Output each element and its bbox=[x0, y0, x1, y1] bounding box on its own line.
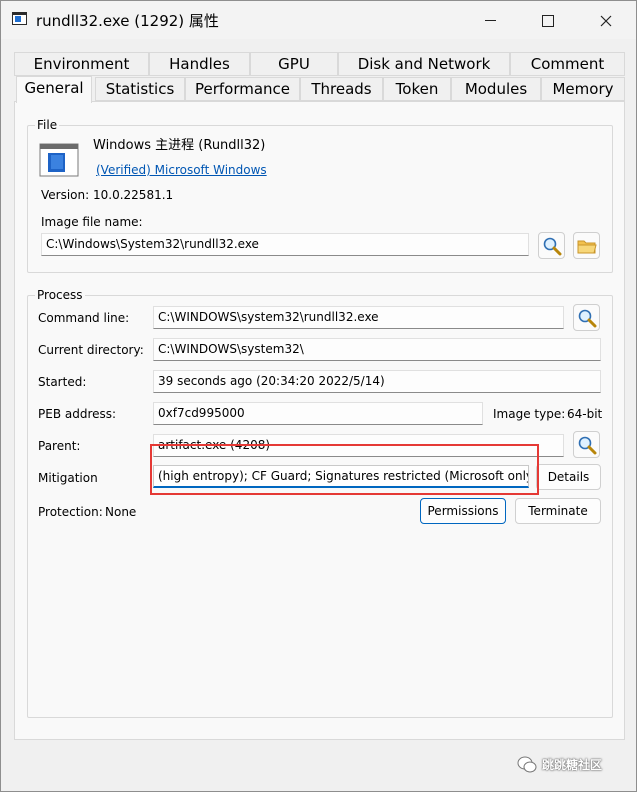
watermark-text: 跳跳糖社区 bbox=[542, 758, 603, 772]
mitigation-value: (high entropy); CF Guard; Signatures res… bbox=[158, 469, 529, 483]
properties-window: rundll32.exe (1292) 属性 Environment Handl… bbox=[0, 0, 637, 792]
started-label: Started: bbox=[38, 375, 87, 389]
minimize-button[interactable] bbox=[467, 1, 513, 39]
image-type-value: 64-bit bbox=[567, 407, 603, 421]
tab-memory[interactable]: Memory bbox=[541, 77, 625, 101]
tab-gpu[interactable]: GPU bbox=[250, 52, 338, 76]
tab-handles[interactable]: Handles bbox=[149, 52, 250, 76]
inspect-image-button[interactable] bbox=[538, 232, 565, 259]
mitigation-field[interactable]: (high entropy); CF Guard; Signatures res… bbox=[153, 465, 529, 488]
minimize-icon bbox=[484, 20, 496, 21]
tab-statistics[interactable]: Statistics bbox=[95, 77, 185, 101]
app-window-icon bbox=[12, 12, 27, 25]
file-description: Windows 主进程 (Rundll32) bbox=[93, 138, 266, 153]
peb-address-label: PEB address: bbox=[38, 407, 117, 421]
tab-performance[interactable]: Performance bbox=[185, 77, 300, 101]
executable-icon bbox=[39, 143, 79, 177]
close-icon bbox=[600, 15, 612, 26]
watermark: 跳跳糖社区 bbox=[517, 749, 627, 781]
parent-label: Parent: bbox=[38, 439, 81, 453]
version-label: Version: bbox=[41, 188, 90, 202]
terminate-button[interactable]: Terminate bbox=[515, 498, 601, 524]
parent-field[interactable]: artifact.exe (4208) bbox=[153, 434, 564, 457]
inspect-command-line-button[interactable] bbox=[573, 304, 600, 331]
maximize-button[interactable] bbox=[525, 1, 571, 39]
tab-comment[interactable]: Comment bbox=[510, 52, 625, 76]
tab-general[interactable]: General bbox=[16, 76, 92, 103]
peb-address-field[interactable]: 0xf7cd995000 bbox=[153, 402, 483, 425]
command-line-field[interactable]: C:\WINDOWS\system32\rundll32.exe bbox=[153, 306, 564, 329]
image-file-name-field[interactable]: C:\Windows\System32\rundll32.exe bbox=[41, 233, 529, 256]
magnifier-icon bbox=[578, 436, 597, 455]
tab-threads[interactable]: Threads bbox=[300, 77, 383, 101]
inspect-parent-button[interactable] bbox=[573, 431, 600, 458]
close-button[interactable] bbox=[583, 1, 629, 39]
tab-environment[interactable]: Environment bbox=[14, 52, 149, 76]
verified-signer-link[interactable]: (Verified) Microsoft Windows bbox=[96, 162, 267, 178]
current-directory-label: Current directory: bbox=[38, 343, 144, 357]
magnifier-icon bbox=[578, 309, 597, 328]
process-group-title: Process bbox=[35, 287, 85, 303]
wechat-logo-icon bbox=[517, 756, 537, 773]
permissions-button[interactable]: Permissions bbox=[420, 498, 506, 524]
title-bar[interactable]: rundll32.exe (1292) 属性 bbox=[1, 1, 636, 39]
mitigation-label: Mitigation bbox=[38, 471, 98, 485]
magnifier-icon bbox=[543, 237, 562, 256]
started-field[interactable]: 39 seconds ago (20:34:20 2022/5/14) bbox=[153, 370, 601, 393]
file-group-title: File bbox=[35, 117, 60, 133]
tab-token[interactable]: Token bbox=[383, 77, 451, 101]
current-directory-field[interactable]: C:\WINDOWS\system32\ bbox=[153, 338, 601, 361]
protection-label: Protection: bbox=[38, 505, 103, 519]
open-folder-button[interactable] bbox=[573, 232, 600, 259]
tab-disk-and-network[interactable]: Disk and Network bbox=[338, 52, 510, 76]
command-line-label: Command line: bbox=[38, 311, 130, 325]
image-file-name-label: Image file name: bbox=[41, 215, 143, 229]
maximize-icon bbox=[542, 14, 554, 27]
window-title: rundll32.exe (1292) 属性 bbox=[36, 12, 219, 30]
details-button[interactable]: Details bbox=[536, 464, 601, 490]
image-type-label: Image type: bbox=[493, 407, 566, 421]
protection-value: None bbox=[105, 505, 137, 519]
tab-modules[interactable]: Modules bbox=[451, 77, 541, 101]
folder-icon bbox=[577, 240, 597, 254]
version-value: 10.0.22581.1 bbox=[93, 188, 174, 202]
